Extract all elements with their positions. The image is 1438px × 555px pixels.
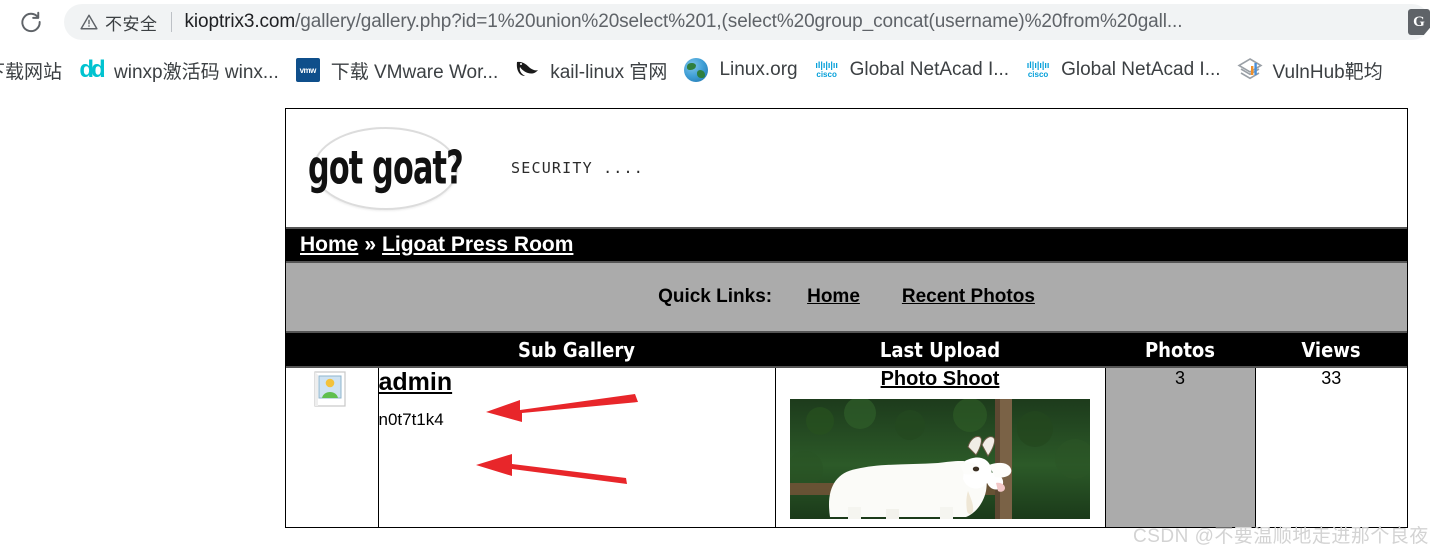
bookmark-label: Global NetAcad I...	[1061, 59, 1221, 80]
cell-photos-count: 3	[1105, 367, 1256, 527]
quick-links-bar: Quick Links: Home Recent Photos	[286, 263, 1407, 331]
sub-gallery-link-admin[interactable]: admin	[379, 368, 453, 397]
gallery-table-header-row: Sub Gallery Last Upload Photos Views	[286, 331, 1407, 368]
quick-link-recent-photos[interactable]: Recent Photos	[902, 286, 1035, 308]
page-viewport: got goat? SECURITY .... Home » Ligoat Pr…	[0, 96, 1438, 555]
dd-icon: dd	[79, 56, 105, 83]
kali-dragon-icon	[514, 57, 540, 83]
gallery-table: Sub Gallery Last Upload Photos Views adm…	[286, 331, 1407, 527]
vmware-icon: vmw	[295, 57, 321, 83]
quick-links-label: Quick Links:	[658, 286, 773, 307]
vulnhub-icon	[1236, 57, 1263, 83]
site-container: got goat? SECURITY .... Home » Ligoat Pr…	[285, 108, 1408, 528]
bookmark-item-winxp[interactable]: dd winxp激活码 winx...	[70, 51, 287, 89]
white-goat-photo[interactable]	[790, 399, 1090, 519]
bookmarks-bar: 下载网站 dd winxp激活码 winx... vmw 下载 VMware W…	[0, 44, 1438, 96]
breadcrumb: Home » Ligoat Press Room	[286, 227, 1407, 263]
bookmark-label: 下载 VMware Wor...	[330, 61, 499, 83]
quick-link-home[interactable]: Home	[807, 286, 860, 308]
url-host: kioptrix3.com	[184, 11, 296, 32]
bookmark-item-netacad-2[interactable]: ıl|ı|ı|ıı cisco Global NetAcad I...	[1017, 51, 1228, 89]
site-logo-text: got goat?	[308, 141, 464, 195]
bookmark-item-netacad-1[interactable]: ıl|ı|ı|ıı cisco Global NetAcad I...	[806, 51, 1017, 89]
reload-icon	[21, 11, 41, 33]
bookmark-label: 下载网站	[0, 61, 63, 83]
bookmark-label: VulnHub靶均	[1272, 61, 1383, 83]
gallery-thumbnail-icon[interactable]	[310, 368, 354, 412]
csdn-watermark: CSDN @不要温顺地走进那个良夜	[1133, 526, 1429, 547]
last-upload-link-photo-shoot[interactable]: Photo Shoot	[881, 368, 1000, 390]
url-text[interactable]: kioptrix3.com/gallery/gallery.php?id=1%2…	[185, 11, 1419, 33]
kali-dragon-glyph	[517, 61, 539, 76]
omnibox[interactable]: 不安全 kioptrix3.com/gallery/gallery.php?id…	[64, 4, 1430, 40]
breadcrumb-separator: »	[364, 233, 377, 256]
cell-sub-gallery: admin n0t7t1k4	[378, 367, 776, 527]
security-label: 不安全	[105, 14, 158, 34]
cell-last-upload: Photo Shoot	[775, 367, 1106, 527]
breadcrumb-current-link[interactable]: Ligoat Press Room	[382, 233, 573, 257]
bookmark-label: winxp激活码 winx...	[114, 61, 279, 83]
site-tagline: SECURITY ....	[511, 159, 644, 177]
bookmark-item-download-site[interactable]: 下载网站	[0, 51, 70, 89]
bookmark-item-kali-linux[interactable]: kail-linux 官网	[506, 51, 675, 89]
bookmark-label: Global NetAcad I...	[849, 59, 1010, 80]
bookmark-label: Linux.org	[719, 59, 798, 80]
bookmark-label: kail-linux 官网	[550, 61, 668, 83]
site-logo[interactable]: got goat?	[308, 126, 464, 210]
cell-thumbnail	[286, 367, 379, 527]
header-views: Views	[1255, 331, 1407, 368]
header-photos: Photos	[1105, 331, 1255, 368]
extension-button[interactable]: G	[1404, 6, 1434, 38]
url-path: /gallery/gallery.php?id=1%20union%20sele…	[295, 11, 1183, 32]
table-row: admin n0t7t1k4 Photo Shoot 3 33	[286, 367, 1407, 527]
grammarly-extension-icon: G	[1408, 9, 1430, 35]
sub-gallery-subtext: n0t7t1k4	[378, 410, 444, 429]
vulnhub-glyph	[1236, 58, 1263, 80]
goat-photo-graphic	[790, 399, 1090, 519]
omnibox-divider	[170, 12, 172, 32]
bookmark-item-vmware[interactable]: vmw 下载 VMware Wor...	[287, 51, 507, 89]
site-header: got goat? SECURITY ....	[286, 109, 1407, 227]
cell-views-count: 33	[1255, 367, 1407, 527]
header-spacer	[286, 331, 378, 368]
header-last-upload: Last Upload	[775, 331, 1105, 368]
browser-chrome: 不安全 kioptrix3.com/gallery/gallery.php?id…	[0, 0, 1438, 96]
bookmark-item-vulnhub[interactable]: VulnHub靶均	[1229, 51, 1391, 89]
bookmark-item-linux-org[interactable]: Linux.org	[675, 51, 805, 89]
address-bar-row: 不安全 kioptrix3.com/gallery/gallery.php?id…	[0, 0, 1438, 44]
warning-triangle-icon	[80, 14, 98, 30]
gallery-thumbnail-glyph	[314, 371, 346, 407]
cisco-icon: ıl|ı|ı|ıı cisco	[815, 60, 838, 79]
reload-button[interactable]	[8, 3, 54, 41]
header-sub-gallery: Sub Gallery	[378, 331, 775, 368]
breadcrumb-home-link[interactable]: Home	[300, 233, 358, 257]
security-status[interactable]: 不安全	[80, 10, 158, 35]
globe-icon	[683, 57, 709, 83]
cisco-icon: ıl|ı|ı|ıı cisco	[1026, 60, 1050, 79]
